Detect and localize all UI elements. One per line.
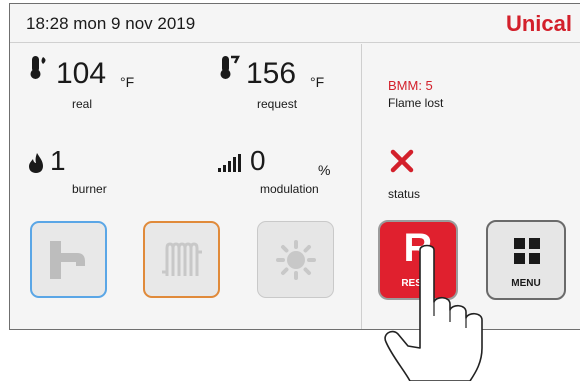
flame-icon [29, 153, 43, 173]
faucet-icon [49, 240, 85, 279]
brand-logo: Unical [505, 11, 572, 36]
panel-divider [361, 44, 362, 329]
dhw-mode-button[interactable] [30, 221, 107, 298]
top-bar: 18:28 mon 9 nov 2019 Unical [10, 4, 580, 43]
modulation-label: modulation [260, 182, 319, 196]
thermometer-icon [30, 56, 46, 79]
modulation-unit: % [318, 162, 331, 178]
request-temp-label: request [257, 97, 298, 111]
thermometer-setpoint-icon [220, 55, 240, 79]
real-temp-value: 104 [56, 57, 107, 90]
signal-bars-icon [218, 154, 241, 172]
real-temp-label: real [72, 97, 93, 111]
real-temp-unit: °F [120, 74, 135, 90]
burner-value: 1 [50, 145, 66, 176]
radiator-icon [161, 241, 202, 276]
sun-icon [275, 239, 316, 280]
modulation-value: 0 [250, 145, 266, 176]
error-code: BMM: 5 [388, 78, 433, 93]
pointing-hand-icon [384, 244, 483, 381]
error-x-icon [390, 149, 414, 173]
request-temp-value: 156 [246, 57, 297, 90]
solar-mode-button[interactable] [257, 221, 334, 298]
clock-date: 18:28 mon 9 nov 2019 [26, 14, 196, 33]
burner-label: burner [72, 182, 107, 196]
status-label: status [388, 187, 421, 201]
heating-mode-button[interactable] [143, 221, 220, 298]
error-message: Flame lost [388, 96, 444, 110]
request-temp-unit: °F [310, 74, 325, 90]
